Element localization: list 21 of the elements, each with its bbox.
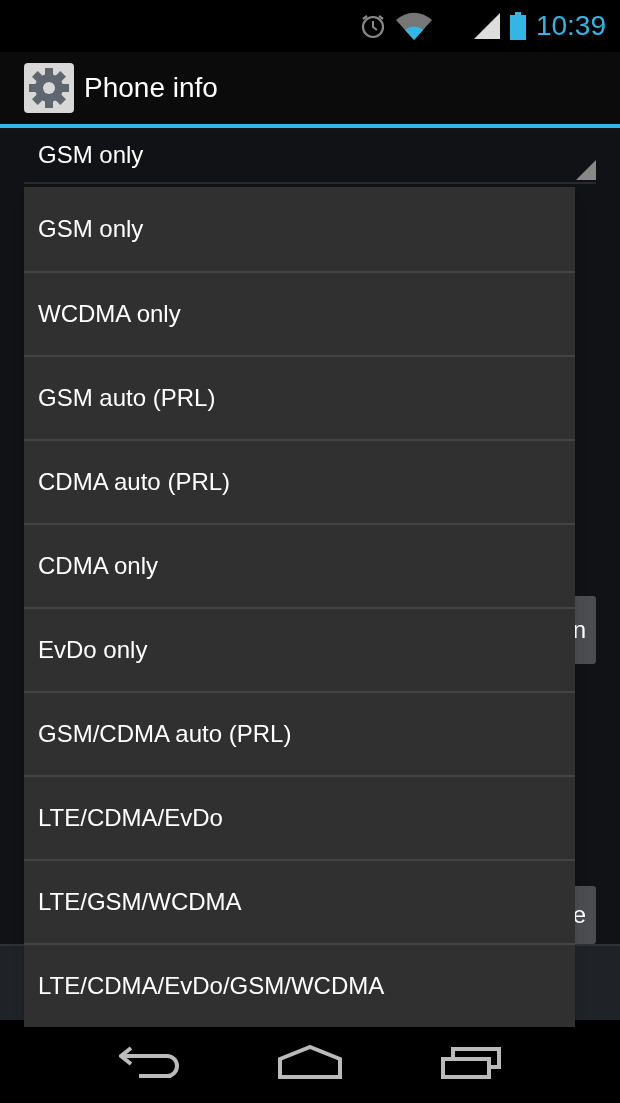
menu-item[interactable]: LTE/CDMA/EvDo xyxy=(24,775,575,859)
menu-item[interactable]: EvDo only xyxy=(24,607,575,691)
settings-icon[interactable] xyxy=(24,63,74,113)
menu-item[interactable]: LTE/CDMA/EvDo/GSM/WCDMA xyxy=(24,943,575,1027)
clock-time: 10:39 xyxy=(535,12,606,40)
battery-icon xyxy=(509,12,526,40)
home-icon[interactable] xyxy=(278,1044,342,1079)
recent-apps-icon[interactable] xyxy=(440,1044,501,1079)
alarm-icon xyxy=(359,13,386,39)
wifi-icon xyxy=(395,12,432,40)
menu-item[interactable]: GSM only xyxy=(24,187,575,271)
menu-item[interactable]: GSM auto (PRL) xyxy=(24,355,575,439)
menu-item[interactable]: GSM/CDMA auto (PRL) xyxy=(24,691,575,775)
screen-title: Phone info xyxy=(84,71,218,105)
menu-item[interactable]: LTE/GSM/WCDMA xyxy=(24,859,575,943)
back-icon[interactable] xyxy=(119,1045,180,1078)
signal-icon xyxy=(473,13,500,39)
network-type-spinner[interactable]: GSM only xyxy=(24,128,596,184)
menu-item[interactable]: WCDMA only xyxy=(24,271,575,355)
menu-item[interactable]: CDMA auto (PRL) xyxy=(24,439,575,523)
menu-item[interactable]: CDMA only xyxy=(24,523,575,607)
